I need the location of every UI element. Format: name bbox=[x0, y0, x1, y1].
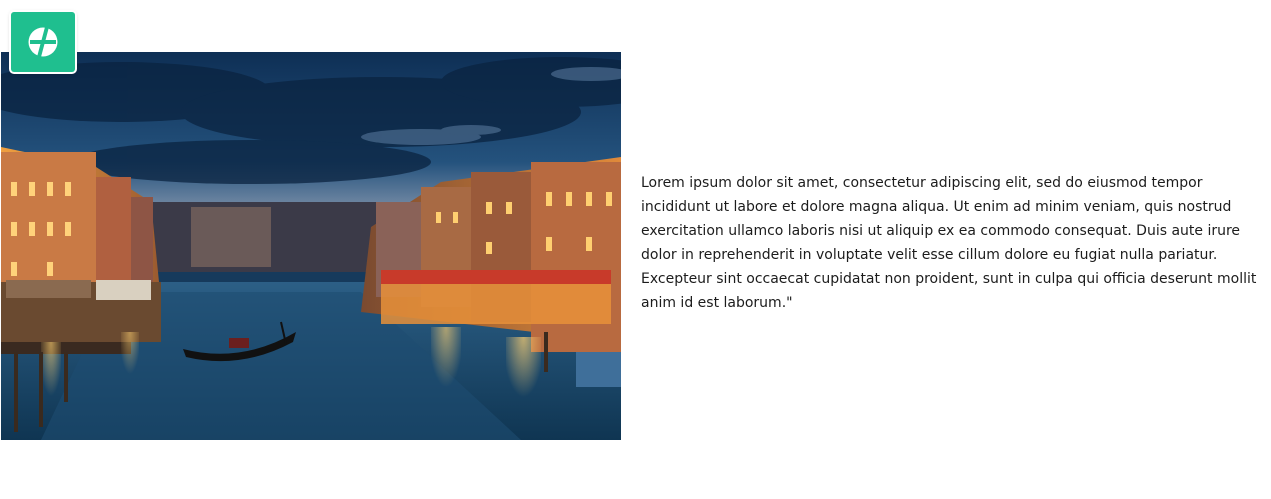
circle-slash-logo-icon bbox=[27, 26, 59, 58]
description-text: Lorem ipsum dolor sit amet, consectetur … bbox=[641, 171, 1263, 315]
venice-canal-photo bbox=[1, 52, 621, 440]
logo-badge-button[interactable] bbox=[11, 12, 75, 72]
page: Lorem ipsum dolor sit amet, consectetur … bbox=[0, 0, 1271, 499]
description-paragraph: Lorem ipsum dolor sit amet, consectetur … bbox=[641, 175, 1257, 311]
